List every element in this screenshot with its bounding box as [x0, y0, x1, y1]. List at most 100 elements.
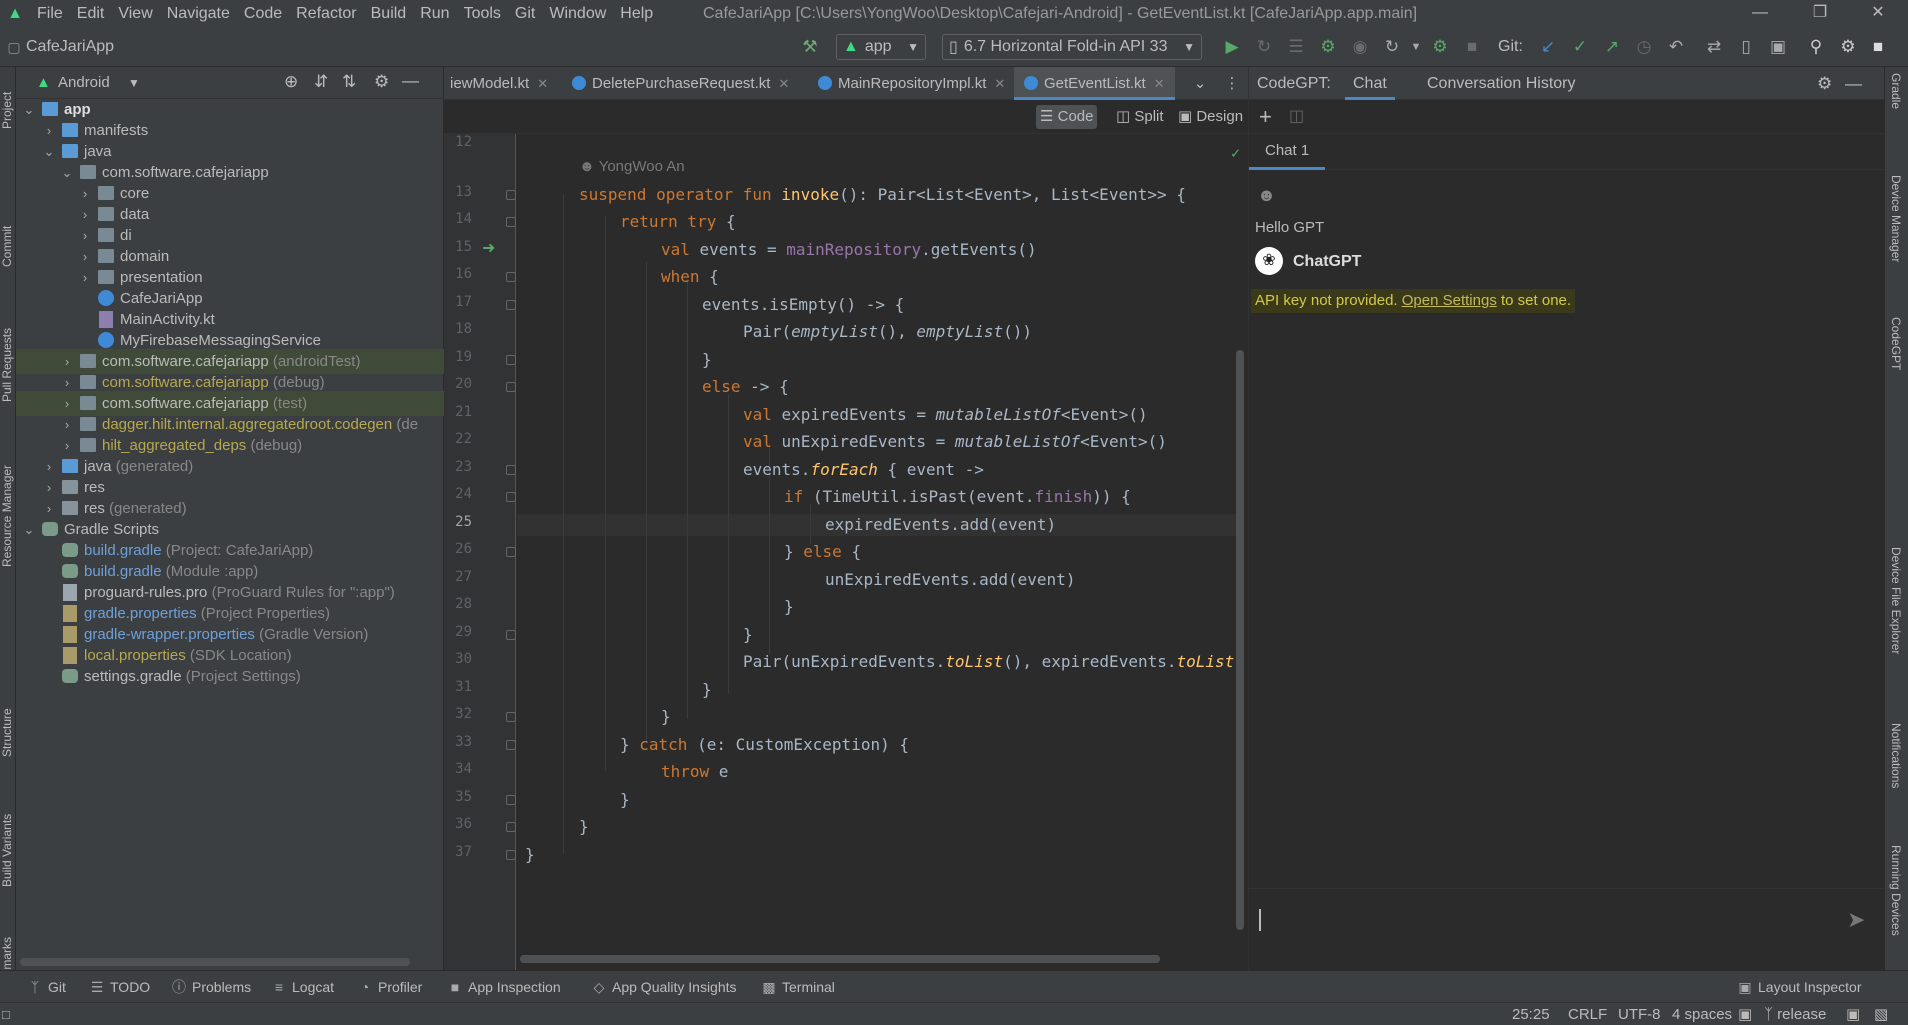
git-push-icon[interactable]: ↗ [1600, 35, 1624, 59]
strip-pull-requests[interactable]: Pull Requests [0, 328, 14, 402]
menu-help[interactable]: Help [613, 0, 660, 27]
strip-project[interactable]: Project [0, 92, 14, 129]
tabs-chevron-down-icon[interactable]: ⌄ [1188, 67, 1212, 100]
locate-icon[interactable]: ⊕ [284, 72, 298, 92]
tool-logcat[interactable]: ≡ Logcat [272, 971, 334, 1003]
apply-changes-icon[interactable]: ↻ [1252, 35, 1276, 59]
menu-window[interactable]: Window [542, 0, 613, 27]
run-icon[interactable]: ▶ [1220, 35, 1244, 59]
fold-icon[interactable] [506, 190, 516, 200]
strip-codegpt[interactable]: CodeGPT [1889, 317, 1903, 370]
mode-split-button[interactable]: ◫ Split [1112, 105, 1168, 129]
mode-design-button[interactable]: ▣ Design [1174, 105, 1247, 129]
fold-icon[interactable] [506, 492, 516, 502]
device-select[interactable]: ▯ 6.7 Horizontal Fold-in API 33 ▼ [942, 34, 1202, 60]
strip-build-variants[interactable]: Build Variants [0, 814, 14, 887]
project-view-label[interactable]: Android [58, 74, 110, 91]
fold-icon[interactable] [506, 272, 516, 282]
menu-file[interactable]: File [30, 0, 70, 27]
menu-edit[interactable]: Edit [70, 0, 112, 27]
settings-gear-icon[interactable]: ⚙ [1836, 35, 1860, 59]
chat-input-area[interactable]: ➤ [1249, 888, 1885, 970]
collapse-all-icon[interactable]: ⇅ [342, 72, 356, 92]
git-commit-icon[interactable]: ✓ [1568, 35, 1592, 59]
sync-gradle-icon[interactable]: ⇄ [1702, 35, 1726, 59]
inspection-ok-icon[interactable]: ✓ [1231, 144, 1240, 162]
tool-problems[interactable]: ⓘ Problems [172, 971, 251, 1003]
tool-app-quality-insights[interactable]: ◇ App Quality Insights [592, 971, 737, 1003]
horizontal-scrollbar[interactable] [20, 958, 410, 966]
fold-icon[interactable] [506, 217, 516, 227]
chevron-down-icon[interactable]: ▼ [128, 76, 140, 90]
close-tab-icon[interactable]: ✕ [778, 76, 789, 91]
tab-viewmodel[interactable]: iewModel.kt ✕ [444, 67, 554, 100]
split-view-icon[interactable]: ◫ [1289, 106, 1304, 126]
debug-icon[interactable]: ⚙ [1316, 35, 1340, 59]
git-branch-widget[interactable]: ᛉ release [1764, 1003, 1826, 1025]
fold-icon[interactable] [506, 712, 516, 722]
menu-navigate[interactable]: Navigate [160, 0, 237, 27]
editor-vertical-scrollbar[interactable] [1236, 350, 1244, 930]
tab-chat[interactable]: Chat [1345, 67, 1395, 100]
fold-icon[interactable] [506, 382, 516, 392]
rollback-icon[interactable]: ↶ [1664, 35, 1688, 59]
close-tab-icon[interactable]: ✕ [537, 76, 548, 91]
indent-setting[interactable]: 4 spaces [1672, 1003, 1732, 1025]
mode-code-button[interactable]: ☰ Code [1036, 105, 1098, 129]
minimize-icon[interactable]: — [1730, 0, 1790, 27]
memory-indicator-icon[interactable]: ▧ [1874, 1003, 1888, 1025]
gpt-settings-icon[interactable]: ⚙ [1817, 67, 1832, 100]
menu-refactor[interactable]: Refactor [289, 0, 363, 27]
menu-view[interactable]: View [111, 0, 159, 27]
fold-icon[interactable] [506, 630, 516, 640]
strip-notifications[interactable]: Notifications [1889, 723, 1903, 788]
tab-chat-1[interactable]: Chat 1 [1249, 134, 1326, 170]
hide-panel-icon[interactable]: — [1845, 67, 1862, 100]
panel-settings-icon[interactable]: ⚙ [374, 72, 389, 92]
profile-icon[interactable]: ↻ [1380, 35, 1404, 59]
new-chat-plus-icon[interactable]: + [1259, 104, 1272, 130]
close-tab-icon[interactable]: ✕ [1154, 76, 1165, 91]
code-editor[interactable]: ✓ ☻ YongWoo An suspend operator fun invo… [517, 134, 1241, 970]
tool-profiler[interactable]: ◔ Profiler [358, 971, 423, 1003]
open-settings-link[interactable]: Open Settings [1402, 292, 1497, 309]
device-manager-icon[interactable]: ▯ [1734, 35, 1758, 59]
strip-device-file-explorer[interactable]: Device File Explorer [1889, 547, 1903, 654]
apply-code-changes-icon[interactable]: ☰ [1284, 35, 1308, 59]
tool-layout-inspector[interactable]: ▣ Layout Inspector [1738, 971, 1861, 1003]
stop-icon[interactable]: ■ [1460, 35, 1484, 59]
file-encoding[interactable]: UTF-8 [1618, 1003, 1661, 1025]
line-separator[interactable]: CRLF [1568, 1003, 1607, 1025]
fold-icon[interactable] [506, 850, 516, 860]
fold-icon[interactable] [506, 740, 516, 750]
tool-terminal[interactable]: ▩ Terminal [762, 971, 835, 1003]
strip-gradle[interactable]: Gradle [1889, 73, 1903, 109]
account-icon[interactable]: ■ [1866, 35, 1890, 59]
menu-code[interactable]: Code [237, 0, 289, 27]
line-number-gutter[interactable]: 12 13 14 15 16 17 18 19 20 21 22 23 24 2… [444, 134, 516, 970]
menu-git[interactable]: Git [508, 0, 542, 27]
menu-run[interactable]: Run [413, 0, 456, 27]
status-square-icon[interactable]: □ [2, 1003, 10, 1025]
coverage-icon[interactable]: ◉ [1348, 35, 1372, 59]
tab-main-repository-impl[interactable]: MainRepositoryImpl.kt ✕ [810, 67, 1013, 100]
tool-app-inspection[interactable]: ■ App Inspection [448, 971, 561, 1003]
tab-get-event-list[interactable]: GetEventList.kt ✕ [1014, 67, 1175, 100]
fold-icon[interactable] [506, 822, 516, 832]
send-icon[interactable]: ➤ [1847, 907, 1865, 933]
search-icon[interactable]: ⚲ [1804, 35, 1828, 59]
close-window-icon[interactable]: ✕ [1848, 0, 1908, 27]
strip-device-manager[interactable]: Device Manager [1889, 175, 1903, 262]
git-update-icon[interactable]: ↙ [1536, 35, 1560, 59]
run-config-select[interactable]: ▲ app ▼ [836, 34, 926, 60]
menu-tools[interactable]: Tools [457, 0, 508, 27]
fold-icon[interactable] [506, 300, 516, 310]
implementation-marker-icon[interactable]: ➜ [482, 238, 495, 258]
git-history-icon[interactable]: ◷ [1632, 35, 1656, 59]
strip-running-devices[interactable]: Running Devices [1889, 845, 1903, 936]
close-tab-icon[interactable]: ✕ [994, 76, 1005, 91]
tree-row-settings-gradle[interactable]: settings.gradle (Project Settings) [16, 664, 444, 689]
project-breadcrumb[interactable]: CafeJariApp [26, 27, 114, 67]
read-only-lock-icon[interactable]: ▣ [1846, 1003, 1860, 1025]
attach-debugger-icon[interactable]: ⚙ [1428, 35, 1452, 59]
